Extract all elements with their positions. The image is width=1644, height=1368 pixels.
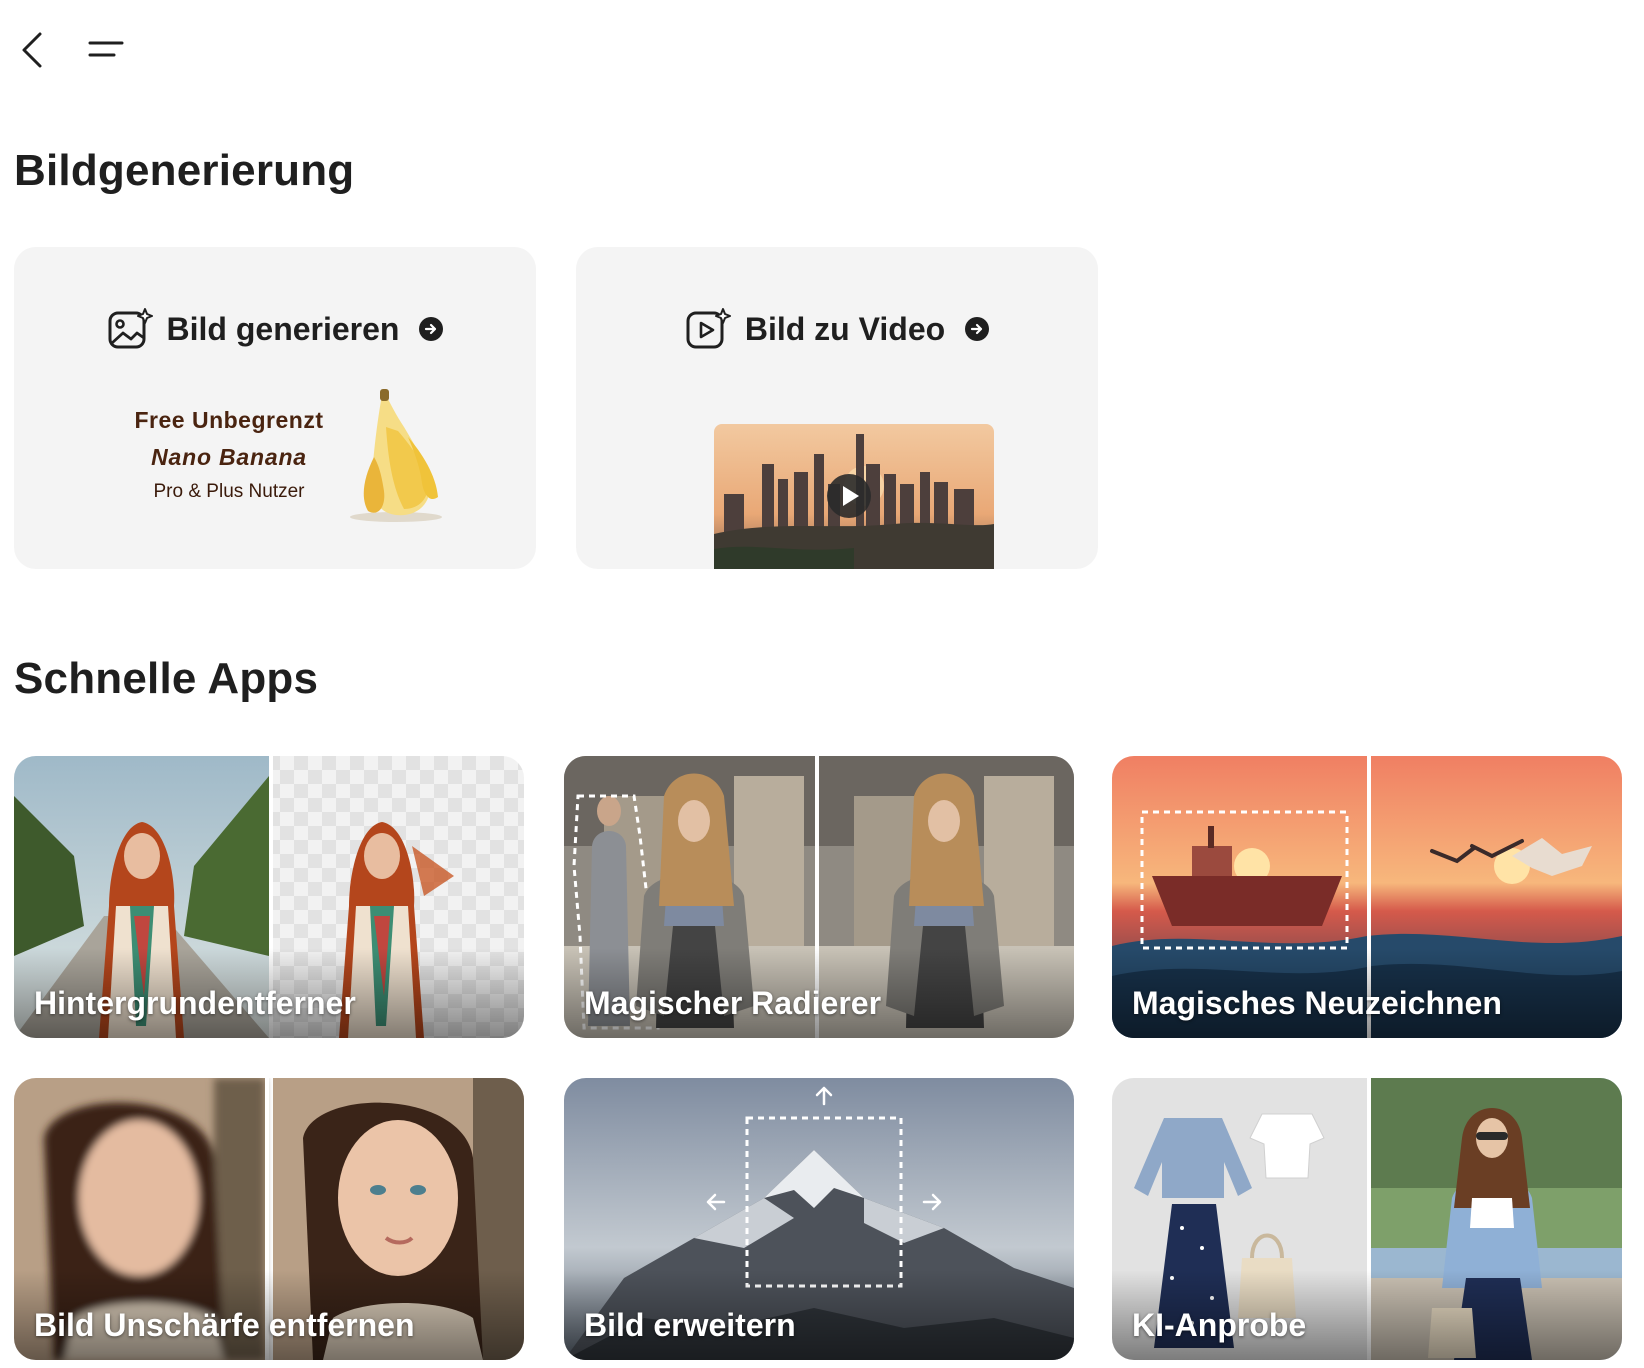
promo-text: Free Unbegrenzt Nano Banana Pro & Plus N…: [104, 407, 354, 503]
app-label: Hintergrundentferner: [34, 985, 356, 1021]
arrow-right-icon: [419, 317, 444, 341]
generate-image-header: Bild generieren: [14, 307, 536, 351]
app-magic-redraw[interactable]: Magisches Neuzeichnen: [1112, 756, 1622, 1038]
generate-image-label: Bild generieren: [166, 310, 400, 347]
promo-line-1: Free Unbegrenzt: [134, 407, 324, 433]
back-button[interactable]: [16, 30, 52, 70]
app-unblur[interactable]: Bild Unschärfe entfernen: [14, 1078, 524, 1360]
promo-line-2: Nano Banana: [151, 444, 307, 470]
app-magic-eraser[interactable]: Magischer Radierer: [564, 756, 1074, 1038]
generate-image-card[interactable]: Bild generieren Free Unbegrenzt Nano Ban…: [14, 247, 536, 569]
menu-icon: [88, 41, 124, 57]
app-expand-image[interactable]: Bild erweitern: [564, 1078, 1074, 1360]
app-background-remover[interactable]: Hintergrundentferner: [14, 756, 524, 1038]
menu-button[interactable]: [86, 34, 126, 64]
arrow-right-icon: [965, 317, 990, 341]
app-label: Bild Unschärfe entfernen: [34, 1307, 415, 1343]
promo-line-3: Pro & Plus Nutzer: [153, 481, 305, 502]
image-to-video-label: Bild zu Video: [744, 310, 946, 347]
image-to-video-card[interactable]: Bild zu Video: [576, 247, 1098, 569]
video-preview-thumbnail[interactable]: [714, 424, 994, 569]
banana-icon: [350, 389, 442, 522]
app-label: Magischer Radierer: [584, 985, 882, 1021]
app-label: KI-Anprobe: [1132, 1307, 1307, 1343]
app-ai-try-on[interactable]: KI-Anprobe: [1112, 1078, 1622, 1360]
section-title-quick-apps: Schnelle Apps: [14, 654, 319, 703]
video-sparkle-icon: [686, 308, 731, 349]
chevron-left-icon: [22, 32, 42, 68]
top-bar: [0, 0, 1644, 100]
app-label: Bild erweitern: [584, 1307, 796, 1343]
section-title-image-generation: Bildgenerierung: [14, 146, 355, 195]
image-to-video-header: Bild zu Video: [576, 307, 1098, 351]
app-label: Magisches Neuzeichnen: [1132, 985, 1502, 1021]
image-sparkle-icon: [108, 308, 153, 349]
